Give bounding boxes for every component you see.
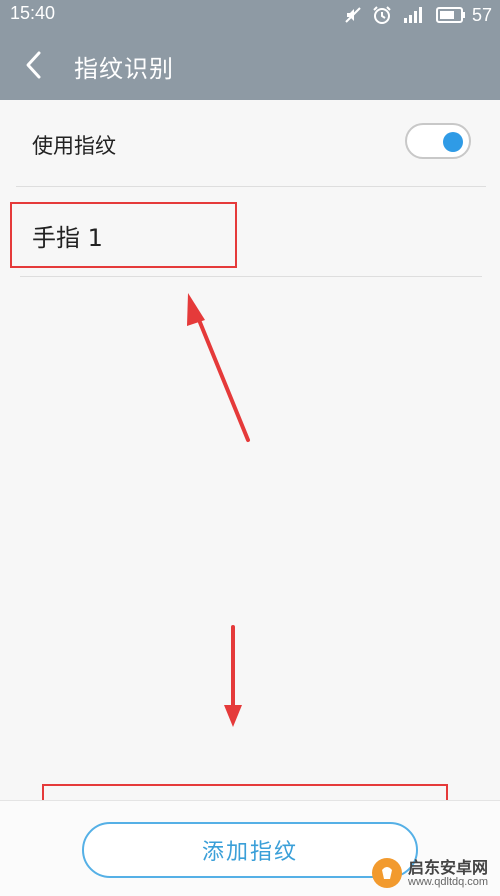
title-bar: 指纹识别 bbox=[0, 30, 500, 100]
signal-icon bbox=[402, 6, 426, 24]
back-button[interactable] bbox=[20, 50, 50, 80]
alarm-icon bbox=[372, 5, 392, 25]
battery-level: 57 bbox=[471, 4, 492, 25]
toggle-knob bbox=[443, 132, 463, 152]
mute-icon bbox=[344, 6, 362, 24]
battery-icon bbox=[435, 6, 466, 24]
use-fingerprint-toggle[interactable] bbox=[405, 123, 471, 159]
use-fingerprint-label: 使用指纹 bbox=[32, 134, 116, 158]
highlight-box-fingerprint bbox=[10, 202, 237, 268]
watermark: 启东安卓网 www.qdltdq.com bbox=[372, 854, 496, 894]
status-bar: 15:40 57 bbox=[0, 0, 500, 30]
add-fingerprint-button[interactable]: 添加指纹 bbox=[82, 822, 418, 878]
watermark-logo-icon bbox=[372, 858, 402, 888]
status-time: 15:40 bbox=[10, 3, 56, 23]
chevron-left-icon bbox=[26, 51, 41, 79]
status-icons: 57 bbox=[344, 4, 492, 26]
divider bbox=[16, 186, 486, 187]
watermark-title: 启东安卓网 bbox=[408, 858, 489, 877]
watermark-url: www.qdltdq.com bbox=[408, 876, 489, 888]
arrow-up bbox=[187, 293, 250, 442]
divider bbox=[20, 276, 482, 277]
arrow-down bbox=[224, 625, 242, 727]
page-title: 指纹识别 bbox=[74, 55, 174, 83]
